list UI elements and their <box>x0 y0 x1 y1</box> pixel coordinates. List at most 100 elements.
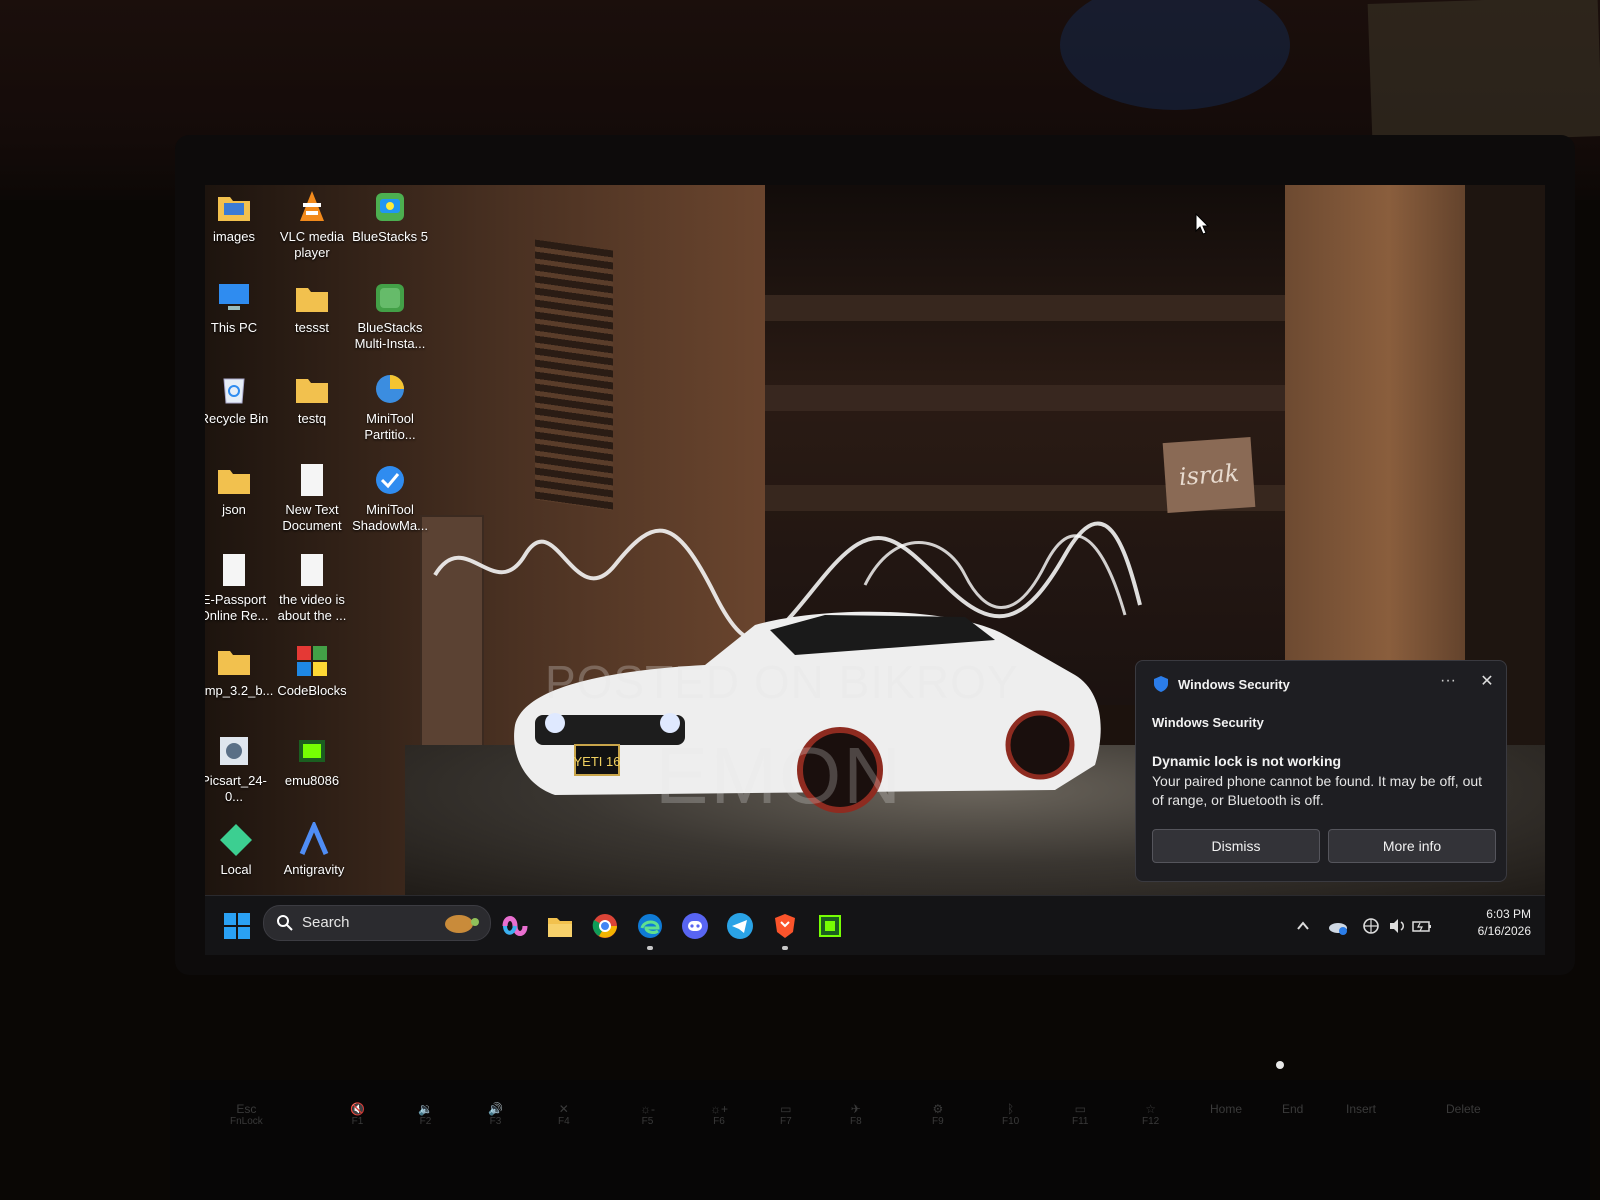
desktop-icon-label: This PC <box>210 320 258 335</box>
emu8086-icon <box>299 740 325 762</box>
key-label: Esc <box>236 1102 257 1116</box>
webcam-led <box>1276 1061 1284 1069</box>
key-sub: F2 <box>419 1116 432 1127</box>
desktop-icon-bluestacks[interactable]: BlueStacks 5 <box>349 189 431 245</box>
desktop-icon-emu8086[interactable]: emu8086 <box>271 733 353 789</box>
desktop-icon-this-pc[interactable]: This PC <box>205 280 275 336</box>
key-label: 🔊 <box>488 1102 503 1116</box>
key-sub: F8 <box>850 1116 862 1127</box>
desktop-icon-label: CodeBlocks <box>277 683 347 698</box>
edge-icon[interactable] <box>636 912 664 940</box>
copilot-icon[interactable] <box>501 912 529 940</box>
more-info-button[interactable]: More info <box>1328 829 1496 863</box>
discord-icon[interactable] <box>681 912 709 940</box>
desktop-icon-label: MiniTool ShadowMa... <box>352 502 428 533</box>
keyboard-key: ✕ F4 <box>558 1102 570 1127</box>
folder-icon <box>296 379 328 403</box>
desktop-icon-video-doc[interactable]: the video is about the ... <box>271 552 353 624</box>
key-label: 🔉 <box>418 1102 433 1116</box>
desktop-icon-antigravity[interactable]: Antigravity <box>273 822 355 878</box>
notification-title: Dynamic lock is not working <box>1152 753 1342 769</box>
key-label: ☆ <box>1145 1102 1156 1116</box>
desktop-icon-testq[interactable]: testq <box>271 371 353 427</box>
desktop-icon-e-passport[interactable]: E-Passport Online Re... <box>205 552 275 624</box>
desktop-icon-label: MiniTool Partitio... <box>364 411 416 442</box>
desktop-icon-minitool-partition[interactable]: MiniTool Partitio... <box>349 371 431 443</box>
chevron-up-icon[interactable] <box>1295 914 1311 938</box>
network-globe-icon[interactable] <box>1361 914 1381 938</box>
desktop-icon-tessst[interactable]: tessst <box>271 280 353 336</box>
vlc-icon <box>300 191 324 221</box>
desktop-icon-recycle-bin[interactable]: Recycle Bin <box>205 371 275 427</box>
desktop-icon-label: Antigravity <box>283 862 345 877</box>
dismiss-button[interactable]: Dismiss <box>1152 829 1320 863</box>
desktop-icon-local[interactable]: Local <box>205 822 277 878</box>
folder-icon <box>218 470 250 494</box>
volume-icon[interactable] <box>1387 914 1407 938</box>
taskbar-clock[interactable]: 6:03 PM 6/16/2026 <box>1478 906 1531 940</box>
key-sub: F9 <box>932 1116 944 1127</box>
telegram-icon[interactable] <box>726 912 754 940</box>
desktop-icon-label: VLC media player <box>279 229 345 260</box>
key-label: Delete <box>1446 1102 1481 1116</box>
key-label: ⚙ <box>932 1102 944 1116</box>
search-icon <box>277 915 293 931</box>
more-options-icon[interactable]: ··· <box>1438 672 1458 690</box>
key-sub: F12 <box>1142 1116 1160 1127</box>
brave-running-indicator <box>782 946 788 950</box>
turtle-icon <box>445 915 479 933</box>
desktop-icon-bluestacks-multi[interactable]: BlueStacks Multi-Insta... <box>349 280 431 352</box>
battery-plugged-icon[interactable] <box>1411 914 1433 938</box>
keyboard-key: ☆ F12 <box>1142 1102 1159 1127</box>
desktop-icon-picsart[interactable]: Picsart_24-0... <box>205 733 275 805</box>
key-sub: F6 <box>713 1116 725 1127</box>
desktop-icon-label: testq <box>297 411 327 426</box>
wallpaper-beam <box>765 295 1285 321</box>
folder-images-icon <box>218 197 250 221</box>
brave-icon[interactable] <box>771 912 799 940</box>
keyboard-key: ☼+ F6 <box>710 1102 728 1127</box>
key-label: ▭ <box>780 1102 792 1116</box>
key-label: ▭ <box>1074 1102 1086 1116</box>
desktop-icon-label: Local <box>220 862 252 877</box>
folder-icon <box>218 651 250 675</box>
document-icon <box>301 554 323 586</box>
onedrive-icon[interactable] <box>1327 914 1349 938</box>
key-sub: F4 <box>558 1116 570 1127</box>
desktop-icon-label: images <box>213 229 255 244</box>
windows-start-icon[interactable] <box>223 912 251 940</box>
desktop-icon-json[interactable]: json <box>205 462 275 518</box>
notification-app-name: Windows Security <box>1178 677 1290 692</box>
image-file-icon <box>220 737 248 765</box>
edge-running-indicator <box>647 946 653 950</box>
taskbar-search[interactable]: Search <box>263 905 491 941</box>
shield-icon <box>1154 676 1168 692</box>
keyboard-key: Esc FnLock <box>230 1102 263 1127</box>
keyboard-key: ᛒ F10 <box>1002 1102 1019 1127</box>
keyboard-key: Home <box>1210 1102 1242 1116</box>
close-icon[interactable]: ✕ <box>1476 671 1498 691</box>
keyboard-key: ✈ F8 <box>850 1102 862 1127</box>
desktop-icon-gimp[interactable]: gimp_3.2_b... <box>205 643 275 699</box>
desktop-icon-vlc[interactable]: VLC media player <box>271 189 353 261</box>
desktop-icon-codeblocks[interactable]: CodeBlocks <box>271 643 353 699</box>
keyboard-key: End <box>1282 1102 1303 1116</box>
desktop-icon-label: json <box>222 502 246 517</box>
file-explorer-icon[interactable] <box>546 912 574 940</box>
desktop-icon-images[interactable]: images <box>205 189 275 245</box>
folder-icon <box>296 288 328 312</box>
desktop-icon-label: tessst <box>295 320 329 335</box>
key-label: 🔇 <box>350 1102 365 1116</box>
key-sub: FnLock <box>230 1116 263 1127</box>
terminal-app-icon[interactable] <box>816 912 844 940</box>
desktop-icon-label: Recycle Bin <box>205 411 269 426</box>
search-placeholder: Search <box>302 914 350 931</box>
chrome-icon[interactable] <box>591 912 619 940</box>
desktop-icon-new-text-document[interactable]: New Text Document <box>271 462 353 534</box>
keyboard-key: ☼- F5 <box>640 1102 655 1127</box>
key-sub: F7 <box>780 1116 792 1127</box>
clock-time: 6:03 PM <box>1486 907 1531 921</box>
key-label: ✈ <box>850 1102 861 1116</box>
key-sub: F1 <box>351 1116 364 1127</box>
desktop-icon-minitool-shadowmaker[interactable]: MiniTool ShadowMa... <box>349 462 431 534</box>
